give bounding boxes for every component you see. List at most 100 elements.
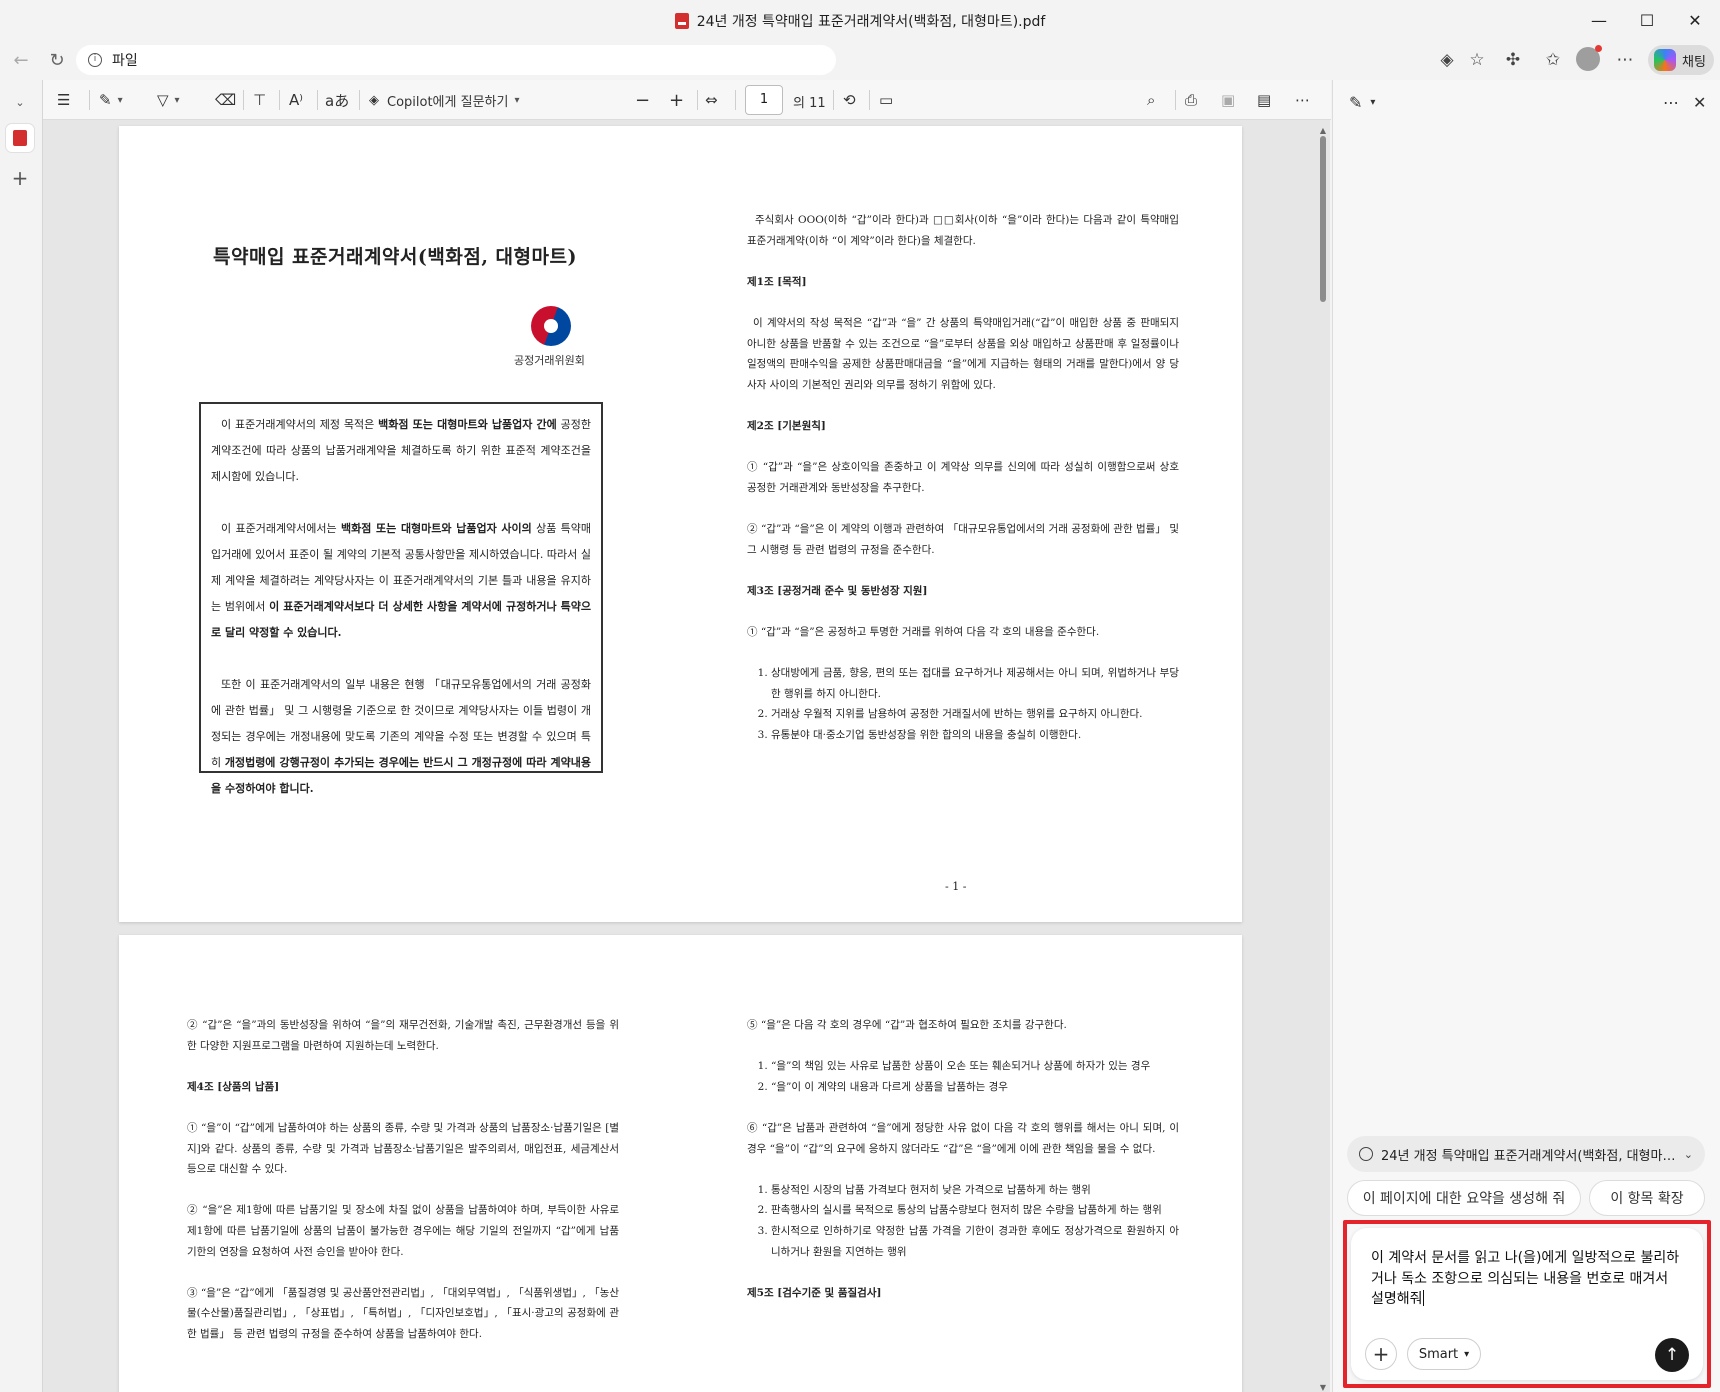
page-view-icon[interactable]: ▭ bbox=[879, 88, 893, 112]
tab-pdf-document[interactable] bbox=[6, 124, 34, 152]
new-chat-icon[interactable]: ✎ ▾ bbox=[1349, 90, 1375, 114]
back-arrow-icon: ← bbox=[13, 49, 29, 71]
add-attachment-button[interactable]: + bbox=[1365, 1338, 1397, 1370]
close-pane-icon[interactable]: ✕ bbox=[1693, 90, 1706, 114]
article-3-clause-2: ② “갑”은 “을”과의 동반성장을 위하여 “을”의 재무건전화, 기술개발 … bbox=[187, 1019, 619, 1052]
more-menu-icon[interactable]: ⋯ bbox=[1612, 48, 1638, 72]
zoom-in-icon[interactable]: + bbox=[669, 88, 684, 112]
maximize-button[interactable]: ☐ bbox=[1624, 0, 1670, 40]
scroll-down-arrow-icon[interactable]: ▼ bbox=[1318, 1383, 1328, 1392]
text-caret bbox=[1422, 1290, 1424, 1306]
draw-icon[interactable]: ▽ ▾ bbox=[157, 88, 180, 112]
translate-icon[interactable]: aあ bbox=[325, 88, 349, 112]
article-3-clause-1: ① “갑”과 “을”은 공정하고 투명한 거래를 위하여 다음 각 호의 내용을… bbox=[747, 625, 1100, 638]
window-title: 24년 개정 특약매입 표준거래계약서(백화점, 대형마트).pdf bbox=[0, 11, 1720, 31]
article-4-clause-6: ⑥ “갑”은 납품과 관련하여 “을”에게 정당한 사유 없이 다음 각 호의 … bbox=[747, 1121, 1179, 1155]
arrow-up-icon: ↑ bbox=[1664, 1345, 1680, 1365]
pane-more-icon[interactable]: ⋯ bbox=[1663, 90, 1679, 114]
extensions-icon[interactable]: ✣ bbox=[1500, 48, 1526, 72]
notice-text: 이 표준거래계약서에서는 bbox=[221, 522, 341, 535]
info-icon: i bbox=[88, 53, 102, 67]
notice-paragraph-2: 이 표준거래계약서에서는 백화점 또는 대형마트와 납품업자 사이의 상품 특약… bbox=[211, 516, 591, 646]
suggestion-summarize-page[interactable]: 이 페이지에 대한 요약을 생성해 줘 bbox=[1347, 1180, 1581, 1216]
textbox-icon[interactable]: ⊤ bbox=[253, 88, 266, 112]
highlight-chevron-icon[interactable]: ▾ bbox=[118, 95, 123, 106]
article-4-clause-2: ② “을”은 제1항에 따른 납품기일 및 장소에 차질 없이 상품을 납품하여… bbox=[187, 1204, 619, 1258]
profile-avatar[interactable] bbox=[1576, 45, 1602, 71]
suggestion-expand-item[interactable]: 이 항목 확장 bbox=[1589, 1180, 1705, 1216]
tab-actions-chevron-icon[interactable]: ⌄ bbox=[6, 88, 34, 116]
pdf-viewer: ☰ ✎ ▾ ▽ ▾ ⌫ ⊤ A⁾ aあ ◈ Copilot에게 질문하기 ▾ − +… bbox=[42, 80, 1331, 1392]
notice-text: 이 표준거래계약서의 제정 목적은 bbox=[221, 418, 379, 431]
page-context-chip[interactable]: 24년 개정 특약매입 표준거래계약서(백화점, 대형마트).pdf ⌄ bbox=[1347, 1136, 1705, 1172]
back-button[interactable]: ← bbox=[6, 46, 36, 74]
favorites-list-icon[interactable]: ✩ bbox=[1540, 48, 1566, 72]
notice-bold-text: 백화점 또는 대형마트와 납품업자 간에 bbox=[378, 418, 557, 431]
article-2-clause-2: ② “갑”과 “을”은 이 계약의 이행과 관련하여 「대규모유통업에서의 거래… bbox=[747, 522, 1179, 556]
save-icon[interactable]: ▣ bbox=[1221, 88, 1235, 112]
article-4-clause-3: ③ “을”은 “갑”에게 「품질경영 및 공산품안전관리법」, 「대외무역법」,… bbox=[187, 1286, 619, 1340]
save-as-icon[interactable]: ▤ bbox=[1257, 88, 1271, 112]
highlight-icon[interactable]: ✎ ▾ bbox=[99, 88, 123, 112]
copilot-chat-button[interactable]: 채팅 bbox=[1648, 45, 1714, 75]
article-4-clause-6-list: 통상적인 시장의 납품 가격보다 현저히 낮은 가격으로 납품하게 하는 행위 … bbox=[747, 1180, 1179, 1262]
article-4-clause-5-list: “을”의 책임 있는 사유로 납품한 상품이 오손 또는 훼손되거나 상품에 하… bbox=[747, 1056, 1179, 1097]
notice-paragraph-1: 이 표준거래계약서의 제정 목적은 백화점 또는 대형마트와 납품업자 간에 공… bbox=[211, 412, 591, 490]
list-item: 한시적으로 인하하기로 약정한 납품 가격을 기한이 경과한 후에도 정상가격으… bbox=[771, 1221, 1179, 1262]
scrollbar-thumb[interactable] bbox=[1320, 136, 1326, 302]
article-2-heading: 제2조 [기본원칙] bbox=[747, 419, 826, 432]
chat-input-text: 이 계약서 문서를 읽고 나(을)에게 일방적으로 불리하거나 독소 조항으로 … bbox=[1371, 1250, 1680, 1307]
chat-composer: 이 계약서 문서를 읽고 나(을)에게 일방적으로 불리하거나 독소 조항으로 … bbox=[1351, 1228, 1703, 1380]
zoom-out-icon[interactable]: − bbox=[635, 88, 650, 112]
page2-left-column: ② “갑”은 “을”과의 동반성장을 위하여 “을”의 재무건전화, 기술개발 … bbox=[187, 1015, 619, 1365]
refresh-button[interactable]: ↻ bbox=[42, 46, 72, 74]
new-chat-chevron-icon[interactable]: ▾ bbox=[1370, 97, 1375, 108]
minimize-button[interactable]: — bbox=[1576, 0, 1622, 40]
favorite-star-icon[interactable]: ☆ bbox=[1464, 48, 1490, 72]
chat-input[interactable]: 이 계약서 문서를 읽고 나(을)에게 일방적으로 불리하거나 독소 조항으로 … bbox=[1371, 1248, 1683, 1310]
rotate-icon[interactable]: ⟲ bbox=[843, 88, 856, 112]
mode-chevron-icon: ▾ bbox=[1464, 1348, 1470, 1360]
ask-copilot-label: Copilot에게 질문하기 bbox=[387, 94, 509, 110]
send-button[interactable]: ↑ bbox=[1655, 1338, 1689, 1372]
eraser-icon[interactable]: ⌫ bbox=[215, 88, 236, 112]
pdf-file-icon bbox=[674, 13, 689, 29]
notice-paragraph-3: 또한 이 표준거래계약서의 일부 내용은 현행 「대규모유통업에서의 거래 공정… bbox=[211, 672, 591, 802]
print-icon[interactable]: ⎙ bbox=[1185, 88, 1197, 112]
toolbar-divider bbox=[869, 90, 870, 110]
vertical-tab-strip: ⌄ + bbox=[0, 80, 40, 1392]
list-item: 상대방에게 금품, 향응, 편의 또는 접대를 요구하거나 제공해서는 아니 되… bbox=[771, 663, 1179, 704]
ask-copilot-button[interactable]: ◈ Copilot에게 질문하기 ▾ bbox=[369, 88, 519, 112]
list-item: “을”이 이 계약의 내용과 다르게 상품을 납품하는 경우 bbox=[771, 1077, 1179, 1098]
new-tab-plus-icon[interactable]: + bbox=[6, 164, 34, 192]
title-bar: 24년 개정 특약매입 표준거래계약서(백화점, 대형마트).pdf — ☐ ✕ bbox=[0, 0, 1720, 40]
article-5-heading: 제5조 [검수기준 및 품질검사] bbox=[747, 1286, 882, 1299]
scroll-up-arrow-icon[interactable]: ▲ bbox=[1318, 126, 1328, 135]
copilot-icon: ◈ bbox=[369, 92, 379, 108]
pdf-scrollbar[interactable]: ▲ ▼ bbox=[1318, 126, 1328, 1392]
contents-icon[interactable]: ☰ bbox=[57, 88, 70, 112]
copilot-side-pane: ✎ ▾ ⋯ ✕ 24년 개정 특약매입 표준거래계약서(백화점, 대형마트).pd… bbox=[1332, 80, 1720, 1392]
address-bar[interactable]: i 파일 bbox=[76, 45, 836, 75]
notice-bold-text: 개정법령에 강행규정이 추가되는 경우에는 반드시 그 개정규정에 따라 계약내… bbox=[211, 756, 591, 795]
copilot-logo-icon bbox=[1654, 49, 1676, 71]
more-options-icon[interactable]: ⋯ bbox=[1295, 88, 1310, 112]
draw-chevron-icon[interactable]: ▾ bbox=[175, 95, 180, 106]
toolbar-divider bbox=[735, 90, 736, 110]
fit-width-icon[interactable]: ⇔ bbox=[705, 88, 718, 112]
read-aloud-icon[interactable]: A⁾ bbox=[289, 88, 303, 112]
toolbar-divider bbox=[697, 90, 698, 110]
list-item: 통상적인 시장의 납품 가격보다 현저히 낮은 가격으로 납품하게 하는 행위 bbox=[771, 1180, 1179, 1201]
close-window-button[interactable]: ✕ bbox=[1672, 0, 1718, 40]
search-icon[interactable]: ⌕ bbox=[1147, 88, 1155, 112]
list-item: 거래상 우월적 지위를 남용하여 공정한 거래질서에 반하는 행위를 요구하지 … bbox=[771, 704, 1179, 725]
page-number-input[interactable]: 1 bbox=[745, 85, 783, 115]
toolbar-divider bbox=[243, 90, 244, 110]
ftc-emblem-icon bbox=[531, 306, 571, 346]
refresh-icon: ↻ bbox=[49, 49, 65, 71]
mode-selector[interactable]: Smart ▾ bbox=[1407, 1338, 1481, 1370]
copilot-vision-icon[interactable]: ◈ bbox=[1434, 48, 1460, 72]
toolbar-divider bbox=[833, 90, 834, 110]
article-3-heading: 제3조 [공정거래 준수 및 동반성장 지원] bbox=[747, 584, 928, 597]
globe-icon bbox=[1359, 1147, 1373, 1161]
